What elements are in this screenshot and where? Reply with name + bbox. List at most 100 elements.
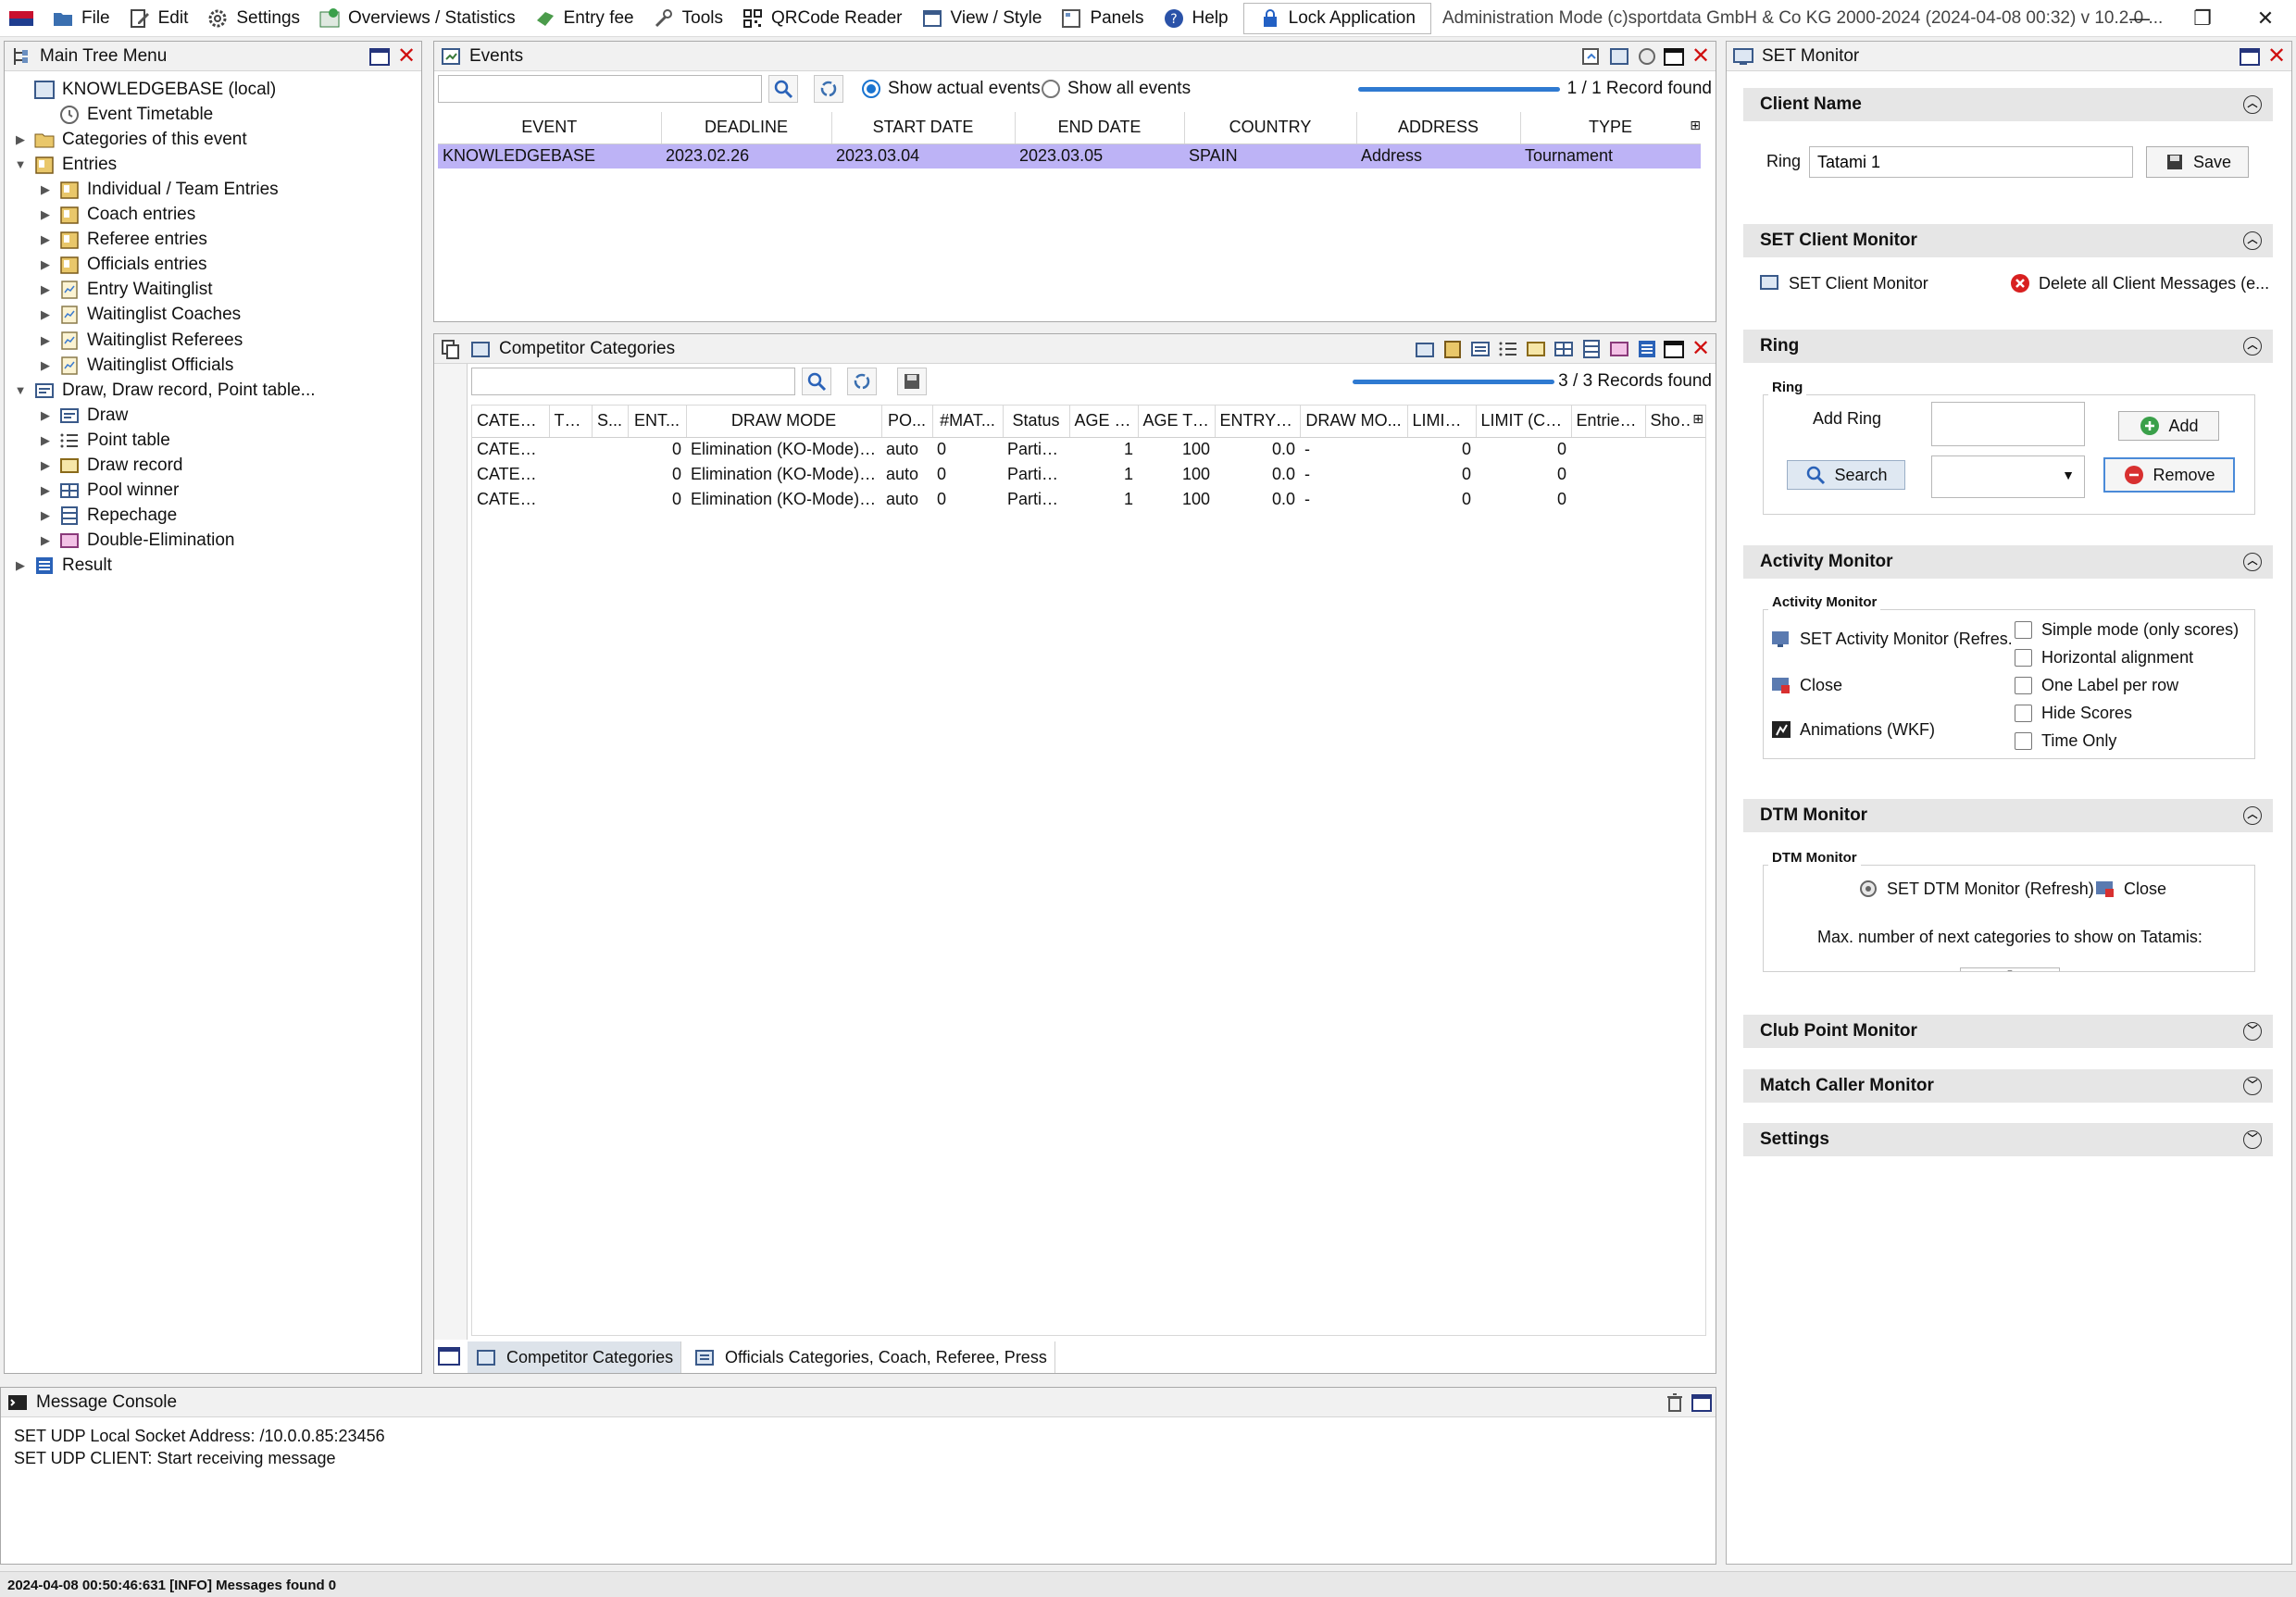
- section-client-name[interactable]: Client Name ︿: [1743, 88, 2273, 121]
- events-search-button[interactable]: [768, 75, 798, 103]
- collapse-arrow-icon[interactable]: ▶: [39, 232, 52, 247]
- maximize-panel-button[interactable]: [1691, 1393, 1712, 1412]
- tree-item[interactable]: ▶ Officials entries: [39, 253, 207, 278]
- column-header[interactable]: #MAT...: [932, 405, 1004, 438]
- tab-competitor-categories[interactable]: Competitor Categories: [468, 1341, 682, 1373]
- add-ring-button[interactable]: Add: [2118, 411, 2219, 441]
- column-header[interactable]: DEADLINE: [661, 112, 832, 144]
- tool-rows-icon[interactable]: [1580, 338, 1603, 360]
- open-folder-icon[interactable]: [1608, 45, 1630, 68]
- column-header[interactable]: AGE TO...: [1138, 405, 1216, 438]
- section-set-client-monitor[interactable]: SET Client Monitor ︿: [1743, 224, 2273, 257]
- collapse-icon[interactable]: ︿: [2243, 806, 2262, 825]
- menu-view-style[interactable]: View / Style: [912, 0, 1052, 37]
- tree-item[interactable]: ▶ Referee entries: [39, 228, 207, 253]
- collapse-arrow-icon[interactable]: ▶: [39, 257, 52, 272]
- tree-item[interactable]: Event Timetable: [39, 102, 213, 127]
- expand-icon[interactable]: ﹀: [2243, 1077, 2262, 1095]
- activity-monitor-refresh-button[interactable]: SET Activity Monitor (Refres...: [1770, 628, 2011, 650]
- events-refresh-button[interactable]: [814, 75, 843, 103]
- expand-icon[interactable]: ﹀: [2243, 1130, 2262, 1149]
- collapse-arrow-icon[interactable]: ▶: [39, 307, 52, 322]
- collapse-arrow-icon[interactable]: ▶: [14, 558, 27, 573]
- menu-overviews[interactable]: Overviews / Statistics: [309, 0, 525, 37]
- menu-qrcode[interactable]: QRCode Reader: [732, 0, 912, 37]
- tool-numbered-list-icon[interactable]: [1497, 338, 1519, 360]
- categories-save-button[interactable]: [897, 368, 927, 395]
- tree-item[interactable]: ▼ Entries: [14, 152, 118, 177]
- column-header[interactable]: LIMIT (CAT...: [1476, 405, 1572, 438]
- one-label-per-row-checkbox[interactable]: One Label per row: [2015, 676, 2178, 695]
- column-header[interactable]: ENT...: [628, 405, 687, 438]
- column-header[interactable]: S...: [592, 405, 629, 438]
- tree-item[interactable]: ▶ Categories of this event: [14, 127, 247, 152]
- table-row[interactable]: CATEG... 0 Elimination (KO-Mode) ... auto 0 P…: [472, 462, 1705, 487]
- minimize-button[interactable]: —: [2111, 0, 2168, 37]
- column-header[interactable]: DRAW MODE: [686, 405, 882, 438]
- max-categories-input[interactable]: 5: [1960, 967, 2060, 971]
- tree-item[interactable]: ▶ Entry Waitinglist: [39, 278, 213, 303]
- close-panel-button[interactable]: ✕: [1690, 338, 1712, 360]
- restore-button[interactable]: ❐: [2174, 0, 2231, 37]
- section-club-point-monitor[interactable]: Club Point Monitor ﹀: [1743, 1015, 2273, 1048]
- copy-icon[interactable]: [440, 338, 462, 360]
- tree-item[interactable]: ▶ Draw record: [39, 454, 182, 479]
- collapse-icon[interactable]: ︿: [2243, 337, 2262, 356]
- menu-panels[interactable]: Panels: [1051, 0, 1153, 37]
- tree-item[interactable]: ▶ Pool winner: [39, 479, 179, 504]
- categories-refresh-button[interactable]: [847, 368, 877, 395]
- delete-client-messages-button[interactable]: Delete all Client Messages (e...: [2009, 272, 2269, 294]
- expand-icon[interactable]: ﹀: [2243, 1022, 2262, 1041]
- dtm-close-button[interactable]: Close: [2094, 878, 2166, 900]
- collapse-arrow-icon[interactable]: ▶: [39, 207, 52, 222]
- export-icon[interactable]: [1580, 45, 1603, 68]
- maximize-panel-button[interactable]: [369, 47, 390, 66]
- column-chooser-icon[interactable]: ⊞: [1692, 411, 1703, 427]
- animations-wkf-button[interactable]: Animations (WKF): [1770, 718, 1935, 741]
- tree-item[interactable]: ▶ Waitinglist Officials: [39, 353, 233, 378]
- column-header[interactable]: EVENT: [438, 112, 662, 144]
- table-row[interactable]: KNOWLEDGEBASE 2023.02.26 2023.03.04 2023.03…: [438, 143, 1701, 168]
- trash-icon[interactable]: [1664, 1391, 1686, 1414]
- add-ring-input[interactable]: [1931, 402, 2085, 446]
- column-header[interactable]: TYPE: [1520, 112, 1701, 144]
- tree-item[interactable]: ▶ Individual / Team Entries: [39, 177, 279, 202]
- expand-arrow-icon[interactable]: ▼: [14, 157, 27, 171]
- column-header[interactable]: CATEG...: [472, 405, 550, 438]
- column-header[interactable]: END DATE: [1015, 112, 1185, 144]
- expand-arrow-icon[interactable]: ▼: [14, 383, 27, 397]
- tree-item[interactable]: ▶ Draw: [39, 403, 128, 428]
- collapse-icon[interactable]: ︿: [2243, 95, 2262, 114]
- section-ring[interactable]: Ring ︿: [1743, 330, 2273, 363]
- close-panel-button[interactable]: ✕: [395, 45, 418, 68]
- column-header[interactable]: Status: [1003, 405, 1070, 438]
- collapse-arrow-icon[interactable]: ▶: [39, 433, 52, 448]
- show-actual-events-radio[interactable]: Show actual events: [862, 79, 1041, 99]
- collapse-arrow-icon[interactable]: ▶: [39, 508, 52, 523]
- set-client-monitor-button[interactable]: SET Client Monitor: [1759, 272, 1928, 294]
- events-search-input[interactable]: [438, 75, 762, 103]
- restore-tab-icon[interactable]: [438, 1347, 460, 1366]
- collapse-arrow-icon[interactable]: ▶: [14, 132, 27, 147]
- tool-edit-icon[interactable]: [1525, 338, 1547, 360]
- tool-color-icon[interactable]: [1608, 338, 1630, 360]
- section-activity-monitor[interactable]: Activity Monitor ︿: [1743, 545, 2273, 579]
- tool-list-icon[interactable]: [1469, 338, 1491, 360]
- column-header[interactable]: AGE F...: [1069, 405, 1139, 438]
- save-button[interactable]: Save: [2146, 146, 2249, 178]
- tool-table-icon[interactable]: [1636, 338, 1658, 360]
- search-ring-button[interactable]: Search: [1787, 460, 1905, 490]
- categories-search-button[interactable]: [802, 368, 831, 395]
- simple-mode-checkbox[interactable]: Simple mode (only scores): [2015, 620, 2239, 640]
- column-header[interactable]: DRAW MO...: [1300, 405, 1408, 438]
- tree-item[interactable]: ▶ Waitinglist Referees: [39, 328, 243, 353]
- tool-paste-icon[interactable]: [1441, 338, 1464, 360]
- tree-item[interactable]: ▶ Waitinglist Coaches: [39, 303, 241, 328]
- lock-application-button[interactable]: Lock Application: [1242, 2, 1431, 34]
- collapse-arrow-icon[interactable]: ▶: [39, 182, 52, 197]
- collapse-arrow-icon[interactable]: ▶: [39, 282, 52, 297]
- column-chooser-icon[interactable]: ⊞: [1690, 118, 1701, 133]
- tool-grid-icon[interactable]: [1553, 338, 1575, 360]
- maximize-panel-button[interactable]: [2240, 47, 2260, 66]
- table-row[interactable]: CATEG... 0 Elimination (KO-Mode) ... auto 0 P…: [472, 437, 1705, 462]
